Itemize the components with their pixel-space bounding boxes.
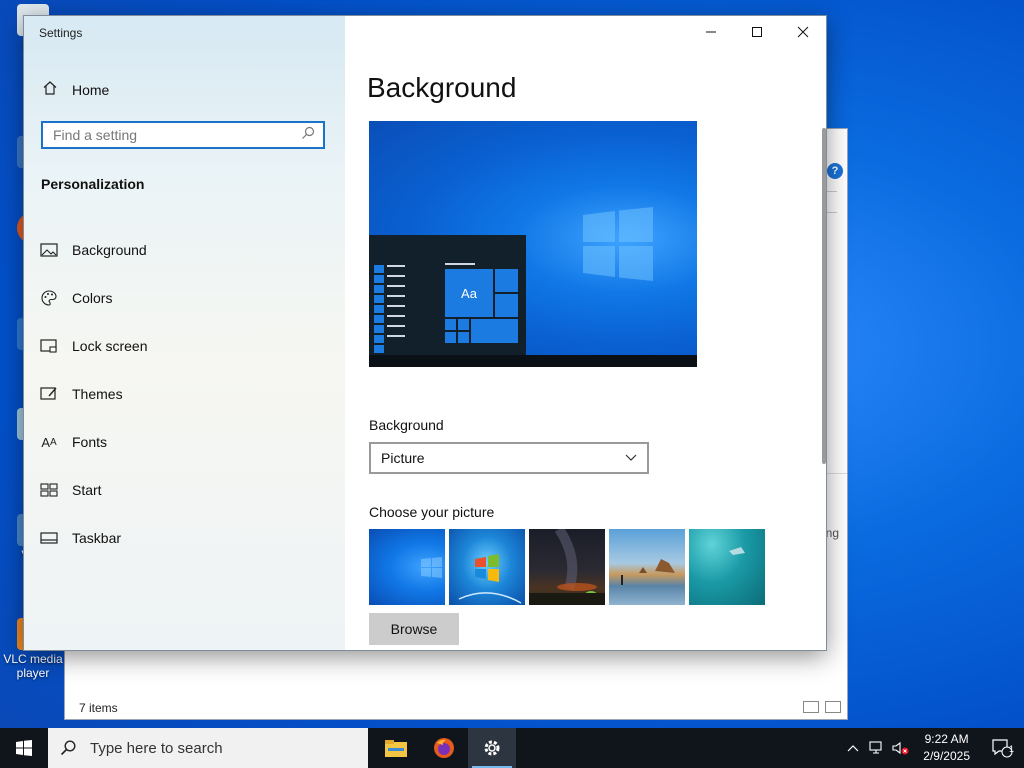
palette-icon	[40, 289, 58, 307]
divider	[823, 473, 847, 474]
clock-date: 2/9/2025	[923, 749, 970, 763]
search-input[interactable]	[51, 126, 301, 144]
sidebar-item-background[interactable]: Background	[40, 226, 330, 274]
preview-tile	[495, 294, 518, 317]
chevron-down-icon	[625, 454, 637, 461]
background-type-dropdown[interactable]: Picture	[369, 442, 649, 474]
search-icon	[60, 740, 76, 756]
explorer-partial-text: ng	[825, 526, 839, 540]
browse-button[interactable]: Browse	[369, 613, 459, 645]
home-link[interactable]: Home	[42, 80, 109, 99]
windows-start-icon	[16, 740, 32, 756]
preview-start-menu: Aa	[369, 235, 526, 357]
taskbar-search-box[interactable]	[48, 728, 368, 768]
picture-thumbnail-underwater[interactable]	[689, 529, 765, 605]
picture-thumbnail-windows7[interactable]	[449, 529, 525, 605]
section-title: Personalization	[41, 176, 145, 192]
view-buttons	[803, 701, 841, 713]
picture-thumbnails	[369, 529, 765, 605]
sidebar-item-label: Background	[72, 242, 147, 258]
sidebar-item-label: Colors	[72, 290, 113, 306]
system-tray: 9:22 AM 2/9/2025 1	[841, 728, 1024, 768]
content-scrollbar[interactable]	[822, 128, 826, 464]
preview-tile-heading	[445, 263, 475, 265]
chevron-up-icon[interactable]	[841, 728, 865, 768]
picture-icon	[40, 241, 58, 259]
sidebar-item-label: Themes	[72, 386, 123, 402]
taskbar-settings[interactable]	[468, 728, 516, 768]
clock-time: 9:22 AM	[924, 732, 969, 746]
brush-icon	[40, 385, 58, 403]
taskbar-search-input[interactable]	[88, 738, 352, 758]
sidebar-item-label: Start	[72, 482, 102, 498]
fonts-icon: AA	[41, 434, 57, 450]
background-type-value: Picture	[381, 450, 425, 466]
home-icon	[42, 80, 58, 99]
settings-content: Background Aa Background Picture Choose …	[367, 16, 826, 650]
taskbar-firefox[interactable]	[420, 728, 468, 768]
desktop-icon-label: VLC media player	[3, 652, 63, 680]
choose-picture-label: Choose your picture	[369, 504, 495, 520]
sidebar-item-fonts[interactable]: AA Fonts	[40, 418, 330, 466]
home-label: Home	[72, 81, 110, 98]
picture-thumbnail-beach-rocks[interactable]	[609, 529, 685, 605]
window-title: Settings	[39, 26, 83, 40]
network-icon[interactable]	[865, 728, 889, 768]
taskbar-icon	[40, 529, 58, 547]
start-icon	[40, 481, 58, 499]
desktop-preview: Aa	[369, 121, 697, 367]
file-explorer-icon	[385, 740, 407, 757]
sidebar-item-taskbar[interactable]: Taskbar	[40, 514, 330, 562]
picture-thumbnail-night-sky[interactable]	[529, 529, 605, 605]
start-button[interactable]	[0, 728, 48, 768]
help-icon[interactable]: ?	[827, 163, 843, 179]
notification-count: 1	[1008, 744, 1014, 754]
preview-tile	[458, 332, 469, 343]
preview-tile	[495, 269, 518, 292]
taskbar: 9:22 AM 2/9/2025 1	[0, 728, 1024, 768]
windows-logo-icon	[583, 207, 653, 281]
search-icon	[301, 126, 315, 145]
background-label: Background	[369, 417, 444, 433]
settings-window: Settings Home Personalization Background	[24, 16, 826, 650]
sidebar-item-start[interactable]: Start	[40, 466, 330, 514]
find-setting-search[interactable]	[41, 121, 325, 149]
firefox-icon	[434, 738, 454, 758]
preview-tile	[471, 319, 518, 343]
settings-sidebar: Settings Home Personalization Background	[24, 16, 345, 650]
gear-icon	[484, 740, 500, 756]
preview-app-column	[374, 265, 384, 355]
sidebar-item-label: Fonts	[72, 434, 108, 450]
preview-app-list	[387, 265, 405, 345]
preview-tile	[445, 332, 456, 343]
sidebar-item-colors[interactable]: Colors	[40, 274, 330, 322]
nav-list: Background Colors Lock screen Themes A A…	[40, 226, 330, 562]
sidebar-item-label: Lock screen	[72, 338, 148, 354]
picture-thumbnail-windows10[interactable]	[369, 529, 445, 605]
sidebar-item-lock-screen[interactable]: Lock screen	[40, 322, 330, 370]
large-icons-view-icon[interactable]	[825, 701, 841, 713]
details-view-icon[interactable]	[803, 701, 819, 713]
sidebar-item-label: Taskbar	[72, 530, 122, 546]
status-bar-text: 7 items	[79, 701, 118, 715]
clock[interactable]: 9:22 AM 2/9/2025	[913, 731, 980, 765]
page-title: Background	[367, 72, 517, 103]
lock-screen-icon	[40, 337, 58, 355]
preview-tile-aa: Aa	[445, 269, 493, 317]
action-center-button[interactable]: 1	[980, 728, 1024, 768]
preview-taskbar	[369, 355, 697, 367]
sidebar-item-themes[interactable]: Themes	[40, 370, 330, 418]
preview-tile	[445, 319, 456, 330]
volume-muted-icon[interactable]	[889, 728, 913, 768]
preview-tile	[458, 319, 469, 330]
taskbar-file-explorer[interactable]	[372, 728, 420, 768]
